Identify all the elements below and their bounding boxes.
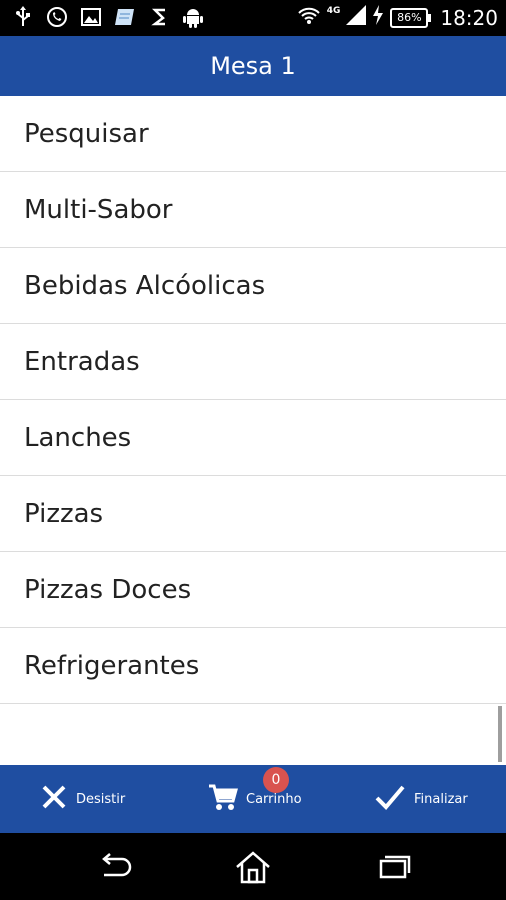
list-item-label: Entradas bbox=[24, 346, 140, 377]
list-item-pesquisar[interactable]: Pesquisar bbox=[0, 96, 506, 172]
close-icon bbox=[40, 783, 68, 816]
clock: 18:20 bbox=[440, 5, 498, 30]
scrollbar[interactable] bbox=[498, 706, 502, 762]
checkmark-icon bbox=[374, 783, 406, 816]
cart-icon bbox=[208, 783, 238, 816]
cart-count-badge: 0 bbox=[263, 767, 289, 793]
recent-apps-icon[interactable] bbox=[374, 849, 414, 885]
app-screen: 4G 86% 18:20 Mesa 1 Pesquisar Multi-Sabo… bbox=[0, 0, 506, 900]
status-bar: 4G 86% 18:20 bbox=[0, 0, 506, 36]
bottom-action-bar: Desistir Carrinho 0 Finalizar bbox=[0, 765, 506, 833]
home-icon[interactable] bbox=[233, 849, 273, 885]
list-item-label: Bebidas Alcóolicas bbox=[24, 270, 266, 301]
whatsapp-icon bbox=[46, 6, 68, 28]
list-item-lanches[interactable]: Lanches bbox=[0, 400, 506, 476]
battery-indicator: 86% bbox=[390, 7, 432, 28]
list-item-refrigerantes[interactable]: Refrigerantes bbox=[0, 628, 506, 704]
finalizar-label: Finalizar bbox=[414, 791, 468, 807]
image-icon bbox=[80, 6, 102, 28]
list-item-label: Lanches bbox=[24, 422, 132, 453]
system-status: 4G 86% 18:20 bbox=[297, 5, 498, 30]
list-item-bebidas-alcoolicas[interactable]: Bebidas Alcóolicas bbox=[0, 248, 506, 324]
system-nav-bar bbox=[0, 833, 506, 900]
list-item-entradas[interactable]: Entradas bbox=[0, 324, 506, 400]
android-icon bbox=[182, 6, 204, 28]
usb-icon bbox=[12, 6, 34, 28]
desistir-label: Desistir bbox=[76, 791, 126, 807]
charging-icon bbox=[372, 5, 384, 30]
finalizar-button[interactable]: Finalizar bbox=[374, 765, 468, 833]
app-bar: Mesa 1 bbox=[0, 36, 506, 96]
page-title: Mesa 1 bbox=[210, 52, 296, 80]
list-item-label: Pesquisar bbox=[24, 118, 149, 149]
list-item-label: Pizzas bbox=[24, 498, 104, 529]
s-app-icon bbox=[148, 6, 170, 28]
list-item-pizzas[interactable]: Pizzas bbox=[0, 476, 506, 552]
list-item-label: Multi-Sabor bbox=[24, 194, 173, 225]
carrinho-button[interactable]: Carrinho 0 bbox=[208, 765, 302, 833]
list-item-multi-sabor[interactable]: Multi-Sabor bbox=[0, 172, 506, 248]
list-item-label: Refrigerantes bbox=[24, 650, 200, 681]
notebook-icon bbox=[114, 6, 136, 28]
wifi-icon bbox=[297, 5, 321, 30]
notification-icons bbox=[12, 6, 204, 28]
carrinho-label: Carrinho bbox=[246, 791, 302, 807]
list-item-label: Pizzas Doces bbox=[24, 574, 192, 605]
network-type-label: 4G bbox=[326, 5, 341, 16]
category-list[interactable]: Pesquisar Multi-Sabor Bebidas Alcóolicas… bbox=[0, 96, 506, 764]
signal-icon bbox=[346, 5, 367, 30]
back-icon[interactable] bbox=[94, 849, 134, 885]
list-item-pizzas-doces[interactable]: Pizzas Doces bbox=[0, 552, 506, 628]
desistir-button[interactable]: Desistir bbox=[40, 765, 125, 833]
